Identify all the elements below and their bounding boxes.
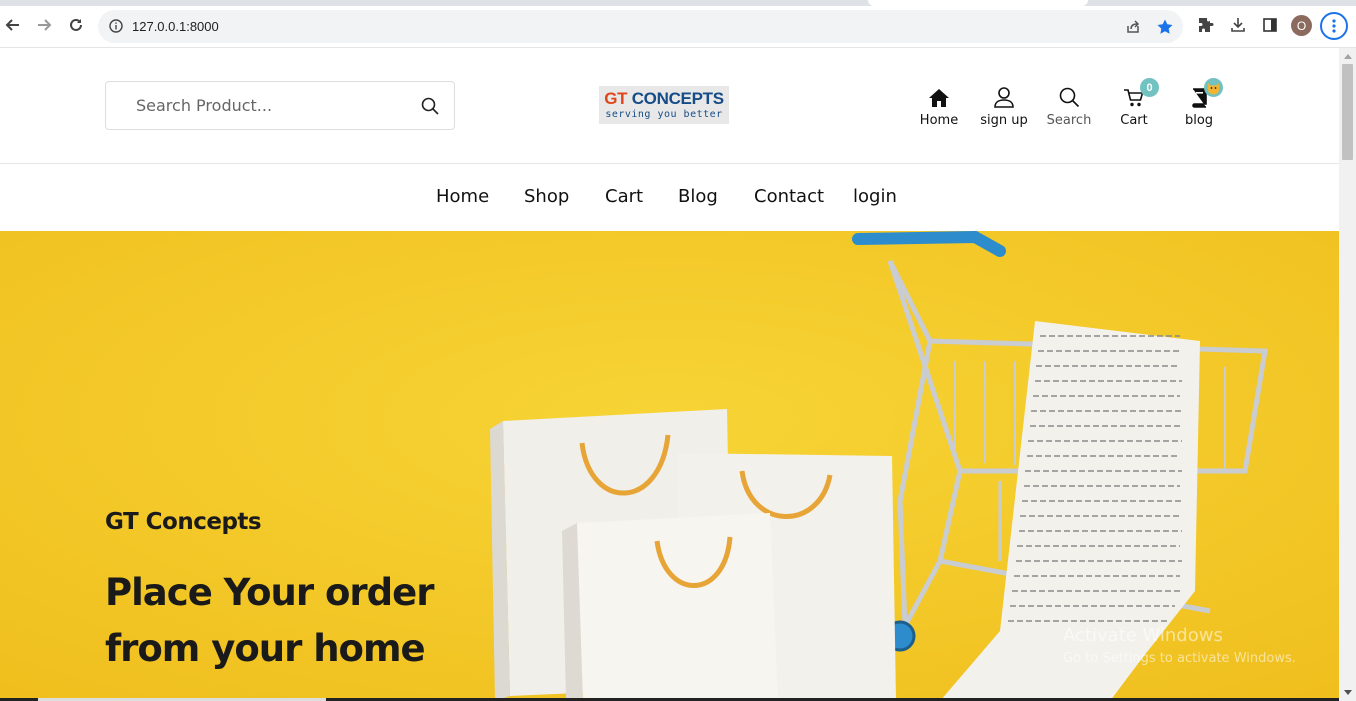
header-home-link[interactable]: Home [907,82,971,128]
header-cart-link[interactable]: 0 Cart [1102,78,1166,128]
bookmark-star-icon[interactable] [1156,18,1174,36]
reload-icon[interactable] [65,14,87,36]
search-icon [1037,82,1101,108]
download-icon[interactable] [1228,15,1248,35]
url-text: 127.0.0.1:8000 [132,19,219,34]
nav-cart[interactable]: Cart [605,186,643,207]
cart-count-badge: 0 [1140,78,1159,97]
nav-blog[interactable]: Blog [678,186,718,207]
watermark-title: Activate Windows [1063,625,1223,646]
site-header: GT CONCEPTS serving you better Home sign… [0,48,1339,164]
nav-shop[interactable]: Shop [524,186,569,207]
site-info-icon[interactable] [109,19,123,38]
back-icon[interactable] [2,14,24,36]
cat-emoji-icon [1204,78,1223,97]
header-search-link[interactable]: Search [1037,82,1101,128]
header-blog-link[interactable]: blog [1167,78,1231,128]
kebab-menu-icon[interactable] [1320,12,1348,40]
hero-heading-line2: from your home [105,627,426,670]
hero-heading-line1: Place Your order [105,571,434,614]
scroll-down-arrow-icon[interactable] [1344,690,1352,695]
active-tab[interactable] [868,0,1088,6]
nav-contact[interactable]: Contact [754,186,824,207]
header-cart-label: Cart [1120,113,1148,128]
search-submit-icon[interactable] [420,96,440,116]
user-icon [972,82,1036,108]
header-home-label: Home [919,113,959,128]
hero-eyebrow: GT Concepts [105,509,262,535]
product-search-box [105,81,455,130]
header-signup-link[interactable]: sign up [972,82,1036,128]
logo-wordmark: GT CONCEPTS [604,89,724,108]
main-nav: Home Shop Cart Blog Contact login [0,164,1339,231]
header-blog-label: blog [1184,113,1214,128]
home-icon [907,82,971,108]
windows-activation-watermark: Activate Windows Go to Settings to activ… [1063,625,1296,666]
header-signup-label: sign up [980,113,1028,128]
page-scrollbar[interactable] [1339,48,1356,701]
nav-login[interactable]: login [853,186,897,207]
share-icon[interactable] [1124,18,1142,36]
page-viewport: GT CONCEPTS serving you better Home sign… [0,48,1339,701]
site-logo[interactable]: GT CONCEPTS serving you better [599,86,729,124]
watermark-subtitle: Go to Settings to activate Windows. [1063,651,1296,666]
scroll-up-arrow-icon[interactable] [1344,54,1352,59]
hero-banner: GT Concepts Place Your order from your h… [0,231,1339,701]
address-bar[interactable]: 127.0.0.1:8000 [98,10,1183,43]
profile-avatar[interactable]: O [1291,15,1312,36]
extensions-icon[interactable] [1196,15,1216,35]
nav-home[interactable]: Home [436,186,489,207]
browser-toolbar: 127.0.0.1:8000 O [0,0,1356,48]
header-search-label: Search [1046,113,1092,128]
hero-heading: Place Your order from your home [105,565,525,677]
logo-tagline: serving you better [605,109,723,120]
forward-icon[interactable] [33,14,55,36]
side-panel-icon[interactable] [1260,15,1280,35]
scrollbar-thumb[interactable] [1342,64,1353,160]
tab-strip [0,0,1356,6]
product-search-input[interactable] [107,83,407,128]
